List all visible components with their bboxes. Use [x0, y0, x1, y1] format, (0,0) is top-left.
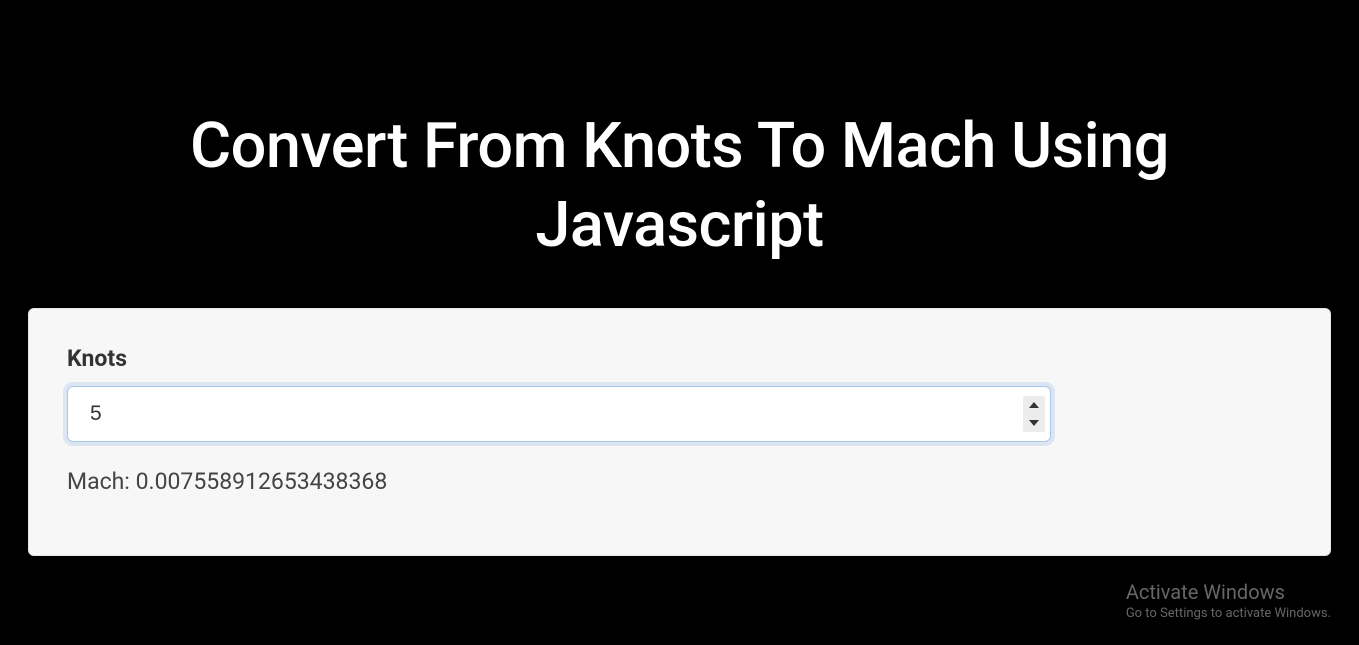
number-spinner: [1023, 396, 1045, 432]
chevron-down-icon: [1029, 420, 1039, 426]
spinner-down-button[interactable]: [1023, 414, 1045, 432]
result-label: Mach:: [67, 468, 136, 495]
spinner-up-button[interactable]: [1023, 396, 1045, 414]
watermark-title: Activate Windows: [1126, 580, 1331, 604]
knots-input[interactable]: [67, 386, 1051, 442]
converter-card: Knots Mach: 0.007558912653438368: [28, 308, 1331, 556]
windows-activation-watermark: Activate Windows Go to Settings to activ…: [1126, 580, 1331, 621]
result-value: 0.007558912653438368: [136, 468, 388, 495]
result-output: Mach: 0.007558912653438368: [67, 468, 1292, 495]
watermark-subtitle: Go to Settings to activate Windows.: [1126, 606, 1331, 621]
chevron-up-icon: [1029, 402, 1039, 408]
input-wrapper: [67, 386, 1292, 442]
page-title: Convert From Knots To Mach Using Javascr…: [80, 0, 1280, 308]
knots-label: Knots: [67, 345, 1292, 372]
